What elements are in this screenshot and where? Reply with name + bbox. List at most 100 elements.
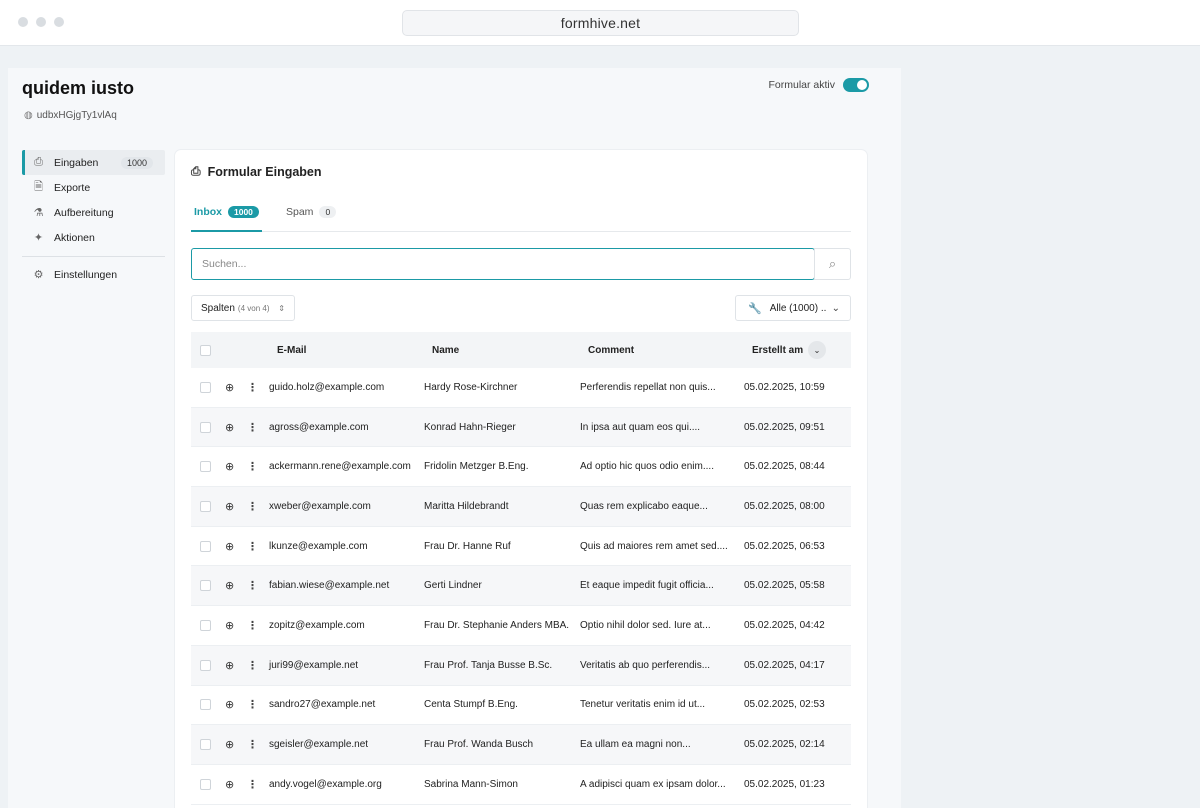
column-header-date[interactable]: Erstellt am bbox=[752, 345, 803, 356]
more-options-icon[interactable]: ⋮ bbox=[247, 778, 258, 791]
cell-comment: A adipisci quam ex ipsam dolor... bbox=[580, 778, 726, 790]
zoom-in-icon[interactable]: ⊕ bbox=[225, 579, 234, 592]
window-minimize-dot[interactable] bbox=[36, 17, 46, 27]
table-row[interactable]: ⊕ ⋮ andy.vogel@example.org Sabrina Mann-Sim… bbox=[191, 765, 851, 805]
table-row[interactable]: ⊕ ⋮ sgeisler@example.net Frau Prof. Wanda B… bbox=[191, 725, 851, 765]
columns-button-label: Spalten bbox=[201, 302, 235, 314]
cell-date: 05.02.2025, 06:53 bbox=[744, 540, 825, 552]
table-row[interactable]: ⊕ ⋮ ackermann.rene@example.com Fridolin Met… bbox=[191, 447, 851, 488]
zoom-in-icon[interactable]: ⊕ bbox=[225, 381, 234, 394]
zoom-in-icon[interactable]: ⊕ bbox=[225, 619, 234, 632]
sidebar-item-aktionen[interactable]: ✦ Aktionen bbox=[22, 225, 165, 250]
row-checkbox[interactable] bbox=[200, 421, 211, 433]
sidebar-item-aufbereitung[interactable]: ⚗ Aufbereitung bbox=[22, 200, 165, 225]
tab-inbox[interactable]: Inbox 1000 bbox=[191, 202, 262, 232]
address-bar[interactable]: formhive.net bbox=[402, 10, 799, 36]
more-options-icon[interactable]: ⋮ bbox=[247, 460, 258, 473]
sort-toggle-button[interactable]: ⌄ bbox=[808, 341, 826, 359]
cell-name: Frau Dr. Hanne Ruf bbox=[424, 540, 511, 552]
row-checkbox[interactable] bbox=[200, 739, 211, 751]
columns-button[interactable]: Spalten (4 von 4) ⇕ bbox=[191, 295, 295, 321]
form-id: ◍ udbxHGjgTy1vlAq bbox=[24, 110, 117, 121]
cell-comment: In ipsa aut quam eos qui.... bbox=[580, 421, 701, 433]
cell-date: 05.02.2025, 09:51 bbox=[744, 421, 825, 433]
submissions-table: E-Mail Name Comment Erstellt am ⌄ ⊕ ⋮ guid… bbox=[191, 332, 851, 805]
select-all-checkbox[interactable] bbox=[200, 344, 211, 356]
cell-date: 05.02.2025, 04:42 bbox=[744, 619, 825, 631]
more-options-icon[interactable]: ⋮ bbox=[247, 579, 258, 592]
row-checkbox[interactable] bbox=[200, 461, 211, 473]
column-header-name[interactable]: Name bbox=[432, 345, 459, 356]
table-row[interactable]: ⊕ ⋮ xweber@example.com Maritta Hildebrandt Q… bbox=[191, 487, 851, 527]
cell-comment: Optio nihil dolor sed. Iure at... bbox=[580, 619, 711, 631]
cell-email: andy.vogel@example.org bbox=[269, 778, 382, 790]
cell-date: 05.02.2025, 10:59 bbox=[744, 381, 825, 393]
cell-name: Frau Dr. Stephanie Anders MBA. bbox=[424, 619, 570, 631]
more-options-icon[interactable]: ⋮ bbox=[247, 381, 258, 394]
table-row[interactable]: ⊕ ⋮ juri99@example.net Frau Prof. Tanja Bus… bbox=[191, 645, 851, 686]
tab-label: Spam bbox=[286, 206, 314, 218]
row-checkbox[interactable] bbox=[200, 699, 211, 711]
more-options-icon[interactable]: ⋮ bbox=[247, 500, 258, 513]
row-checkbox[interactable] bbox=[200, 500, 211, 512]
search-input[interactable] bbox=[192, 249, 814, 279]
zoom-in-icon[interactable]: ⊕ bbox=[225, 540, 234, 553]
table-row[interactable]: ⊕ ⋮ agross@example.com Konrad Hahn-Rieger In… bbox=[191, 407, 851, 448]
cell-email: xweber@example.com bbox=[269, 500, 371, 512]
tab-count-badge: 0 bbox=[319, 206, 337, 218]
search-icon: ⌕ bbox=[828, 256, 837, 271]
zoom-in-icon[interactable]: ⊕ bbox=[225, 659, 234, 672]
column-header-email[interactable]: E-Mail bbox=[277, 345, 306, 356]
sidebar-item-eingaben[interactable]: ⎙ Eingaben 1000 bbox=[22, 150, 165, 175]
cell-email: lkunze@example.com bbox=[269, 540, 368, 552]
filter-button[interactable]: 🔧 Alle (1000) .. ⌄ bbox=[735, 295, 851, 321]
row-checkbox[interactable] bbox=[200, 580, 211, 592]
table-row[interactable]: ⊕ ⋮ lkunze@example.com Frau Dr. Hanne Ruf Qu… bbox=[191, 527, 851, 567]
table-body: ⊕ ⋮ guido.holz@example.com Hardy Rose-Kirch… bbox=[191, 368, 851, 805]
row-checkbox[interactable] bbox=[200, 659, 211, 671]
cell-comment: Ad optio hic quos odio enim.... bbox=[580, 461, 714, 473]
zoom-in-icon[interactable]: ⊕ bbox=[225, 500, 234, 513]
file-export-icon: 🗎 bbox=[34, 181, 43, 193]
form-active-toggle[interactable] bbox=[843, 78, 869, 92]
row-checkbox[interactable] bbox=[200, 619, 211, 631]
sidebar-item-label: Eingaben bbox=[54, 156, 99, 169]
cell-date: 05.02.2025, 05:58 bbox=[744, 580, 825, 592]
row-checkbox[interactable] bbox=[200, 381, 211, 393]
window-close-dot[interactable] bbox=[18, 17, 28, 27]
more-options-icon[interactable]: ⋮ bbox=[247, 619, 258, 632]
filter-button-label: Alle (1000) .. bbox=[769, 302, 827, 314]
table-row[interactable]: ⊕ ⋮ fabian.wiese@example.net Gerti Lindner E… bbox=[191, 566, 851, 607]
zoom-in-icon[interactable]: ⊕ bbox=[225, 698, 234, 711]
cell-comment: Veritatis ab quo perferendis... bbox=[580, 659, 711, 671]
window-maximize-dot[interactable] bbox=[54, 17, 64, 27]
row-checkbox[interactable] bbox=[200, 778, 211, 790]
more-options-icon[interactable]: ⋮ bbox=[247, 540, 258, 553]
search-button[interactable]: ⌕ bbox=[814, 248, 851, 280]
zoom-in-icon[interactable]: ⊕ bbox=[225, 738, 234, 751]
table-row[interactable]: ⊕ ⋮ zopitz@example.com Frau Dr. Stephanie A… bbox=[191, 606, 851, 646]
sidebar-item-label: Aktionen bbox=[54, 231, 95, 244]
wrench-icon: 🔧 bbox=[748, 302, 762, 315]
chevron-down-icon: ⌄ bbox=[831, 302, 840, 314]
zoom-in-icon[interactable]: ⊕ bbox=[225, 460, 234, 473]
sidebar-item-exporte[interactable]: 🗎 Exporte bbox=[22, 175, 165, 200]
cell-email: sgeisler@example.net bbox=[269, 739, 369, 751]
sidebar-item-label: Einstellungen bbox=[54, 268, 118, 281]
more-options-icon[interactable]: ⋮ bbox=[247, 659, 258, 672]
more-options-icon[interactable]: ⋮ bbox=[247, 698, 258, 711]
column-header-comment[interactable]: Comment bbox=[588, 345, 634, 356]
more-options-icon[interactable]: ⋮ bbox=[247, 738, 258, 751]
zoom-in-icon[interactable]: ⊕ bbox=[225, 778, 234, 791]
cell-date: 05.02.2025, 04:17 bbox=[744, 659, 825, 671]
sidebar-item-einstellungen[interactable]: ⚙ Einstellungen bbox=[22, 262, 165, 287]
zoom-in-icon[interactable]: ⊕ bbox=[225, 421, 234, 434]
tab-spam[interactable]: Spam 0 bbox=[286, 202, 337, 232]
table-row[interactable]: ⊕ ⋮ guido.holz@example.com Hardy Rose-Kirch… bbox=[191, 368, 851, 408]
table-header: E-Mail Name Comment Erstellt am ⌄ bbox=[191, 332, 851, 368]
sidebar: ⎙ Eingaben 1000 🗎 Exporte ⚗ Aufbereitung… bbox=[22, 150, 165, 287]
inbox-icon: ⎙ bbox=[34, 156, 43, 168]
more-options-icon[interactable]: ⋮ bbox=[247, 421, 258, 434]
table-row[interactable]: ⊕ ⋮ sandro27@example.net Centa Stumpf B.Eng… bbox=[191, 686, 851, 726]
row-checkbox[interactable] bbox=[200, 540, 211, 552]
